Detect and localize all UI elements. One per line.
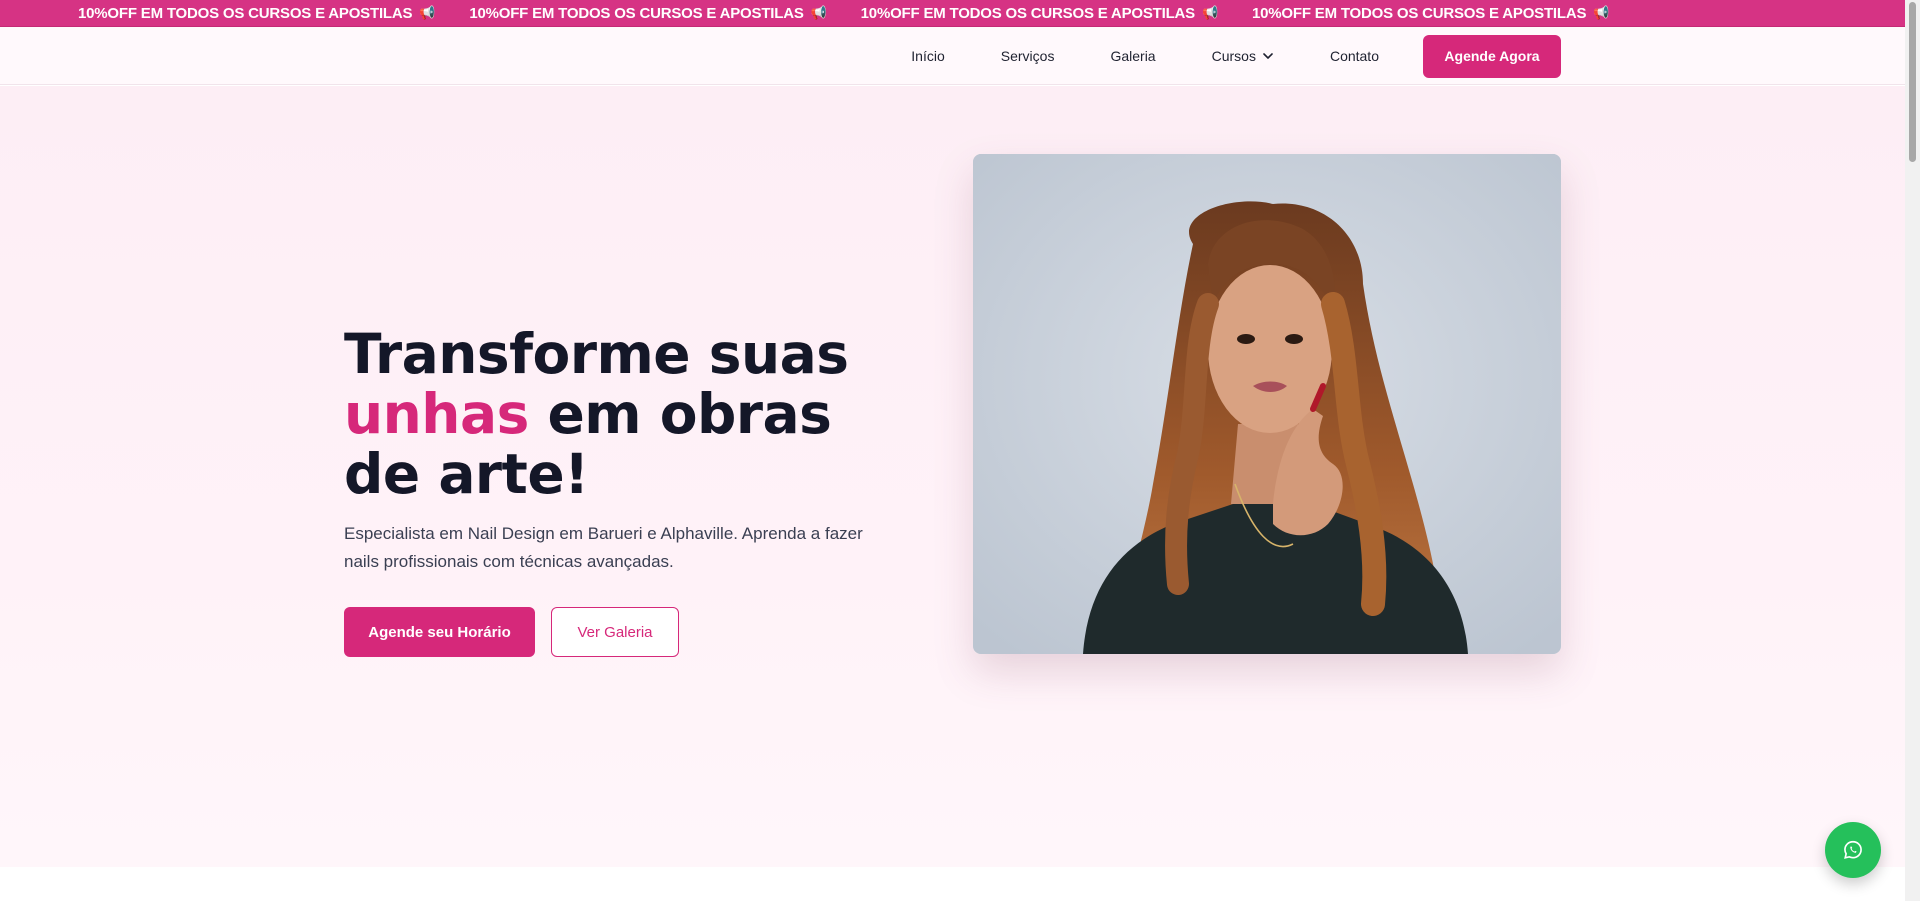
nav-link-cursos[interactable]: Cursos bbox=[1212, 48, 1274, 64]
promo-text: 10%OFF EM TODOS OS CURSOS E APOSTILAS bbox=[469, 4, 804, 22]
megaphone-icon: 📢 bbox=[419, 5, 436, 20]
hero-section: Transforme suas unhas em obras de arte! E… bbox=[0, 86, 1905, 867]
nav-link-galeria[interactable]: Galeria bbox=[1110, 48, 1155, 64]
page-scrollbar[interactable] bbox=[1905, 0, 1920, 901]
chevron-down-icon bbox=[1263, 53, 1273, 59]
promo-text: 10%OFF EM TODOS OS CURSOS E APOSTILAS bbox=[1251, 4, 1587, 22]
hero-title-line1: Transforme suas bbox=[344, 322, 849, 386]
promo-item: 10%OFF EM TODOS OS CURSOS E APOSTILAS 📢 bbox=[860, 4, 1219, 22]
nav-link-inicio[interactable]: Início bbox=[911, 48, 944, 64]
promo-banner: 10%OFF EM TODOS OS CURSOS E APOSTILAS 📢 … bbox=[0, 0, 1905, 27]
book-appointment-button[interactable]: Agende seu Horário bbox=[344, 607, 535, 657]
promo-track: 10%OFF EM TODOS OS CURSOS E APOSTILAS 📢 … bbox=[0, 5, 1643, 22]
promo-item: 10%OFF EM TODOS OS CURSOS E APOSTILAS 📢 bbox=[1251, 4, 1610, 22]
main-nav: Início Serviços Galeria Cursos Contato A… bbox=[911, 27, 1561, 85]
promo-text: 10%OFF EM TODOS OS CURSOS E APOSTILAS bbox=[78, 4, 413, 22]
promo-item: 10%OFF EM TODOS OS CURSOS E APOSTILAS 📢 bbox=[78, 4, 436, 22]
hero-photo bbox=[973, 154, 1561, 654]
site-header: Início Serviços Galeria Cursos Contato A… bbox=[0, 27, 1905, 85]
hero-title-accent: unhas bbox=[344, 382, 529, 446]
nav-link-cursos-label: Cursos bbox=[1211, 48, 1256, 64]
portrait-illustration bbox=[973, 154, 1561, 654]
scrollbar-thumb[interactable] bbox=[1909, 2, 1916, 162]
view-gallery-button[interactable]: Ver Galeria bbox=[551, 607, 679, 657]
promo-item: 10%OFF EM TODOS OS CURSOS E APOSTILAS 📢 bbox=[469, 4, 827, 22]
promo-text: 10%OFF EM TODOS OS CURSOS E APOSTILAS bbox=[860, 4, 1196, 22]
nav-link-contato[interactable]: Contato bbox=[1330, 48, 1379, 64]
nav-link-servicos[interactable]: Serviços bbox=[1001, 48, 1055, 64]
hero-title: Transforme suas unhas em obras de arte! bbox=[344, 324, 904, 504]
schedule-now-button[interactable]: Agende Agora bbox=[1423, 34, 1561, 78]
megaphone-icon: 📢 bbox=[1201, 5, 1218, 20]
megaphone-icon: 📢 bbox=[810, 5, 827, 20]
whatsapp-icon bbox=[1844, 840, 1862, 859]
whatsapp-button[interactable] bbox=[1825, 822, 1881, 878]
hero-subtitle: Especialista em Nail Design em Barueri e… bbox=[344, 524, 863, 571]
megaphone-icon: 📢 bbox=[1593, 5, 1610, 20]
